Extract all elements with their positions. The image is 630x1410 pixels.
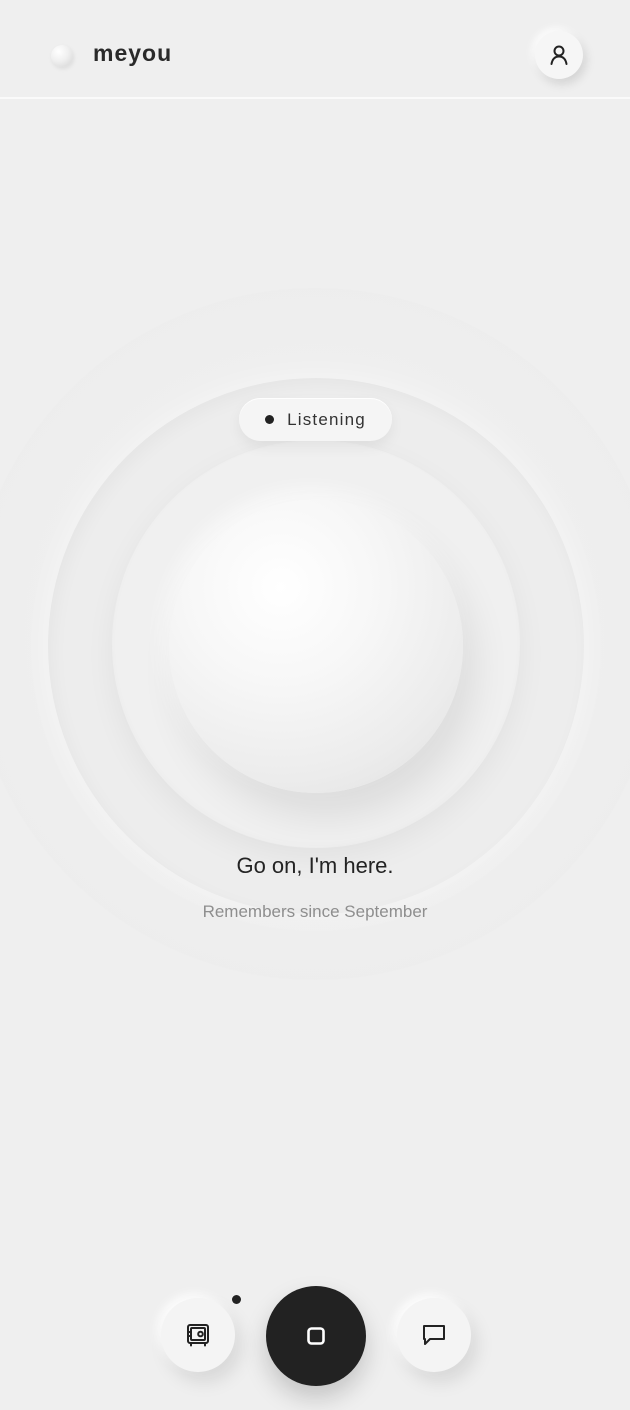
stop-icon: [307, 1327, 325, 1345]
profile-button[interactable]: [535, 31, 583, 79]
notification-dot: [232, 1295, 241, 1304]
chat-bubble-icon: [423, 1325, 445, 1345]
listening-status-badge: Listening: [239, 398, 392, 441]
app-title: meyou: [93, 40, 173, 66]
logo-orb-icon: [51, 45, 73, 67]
vault-icon: [187, 1324, 209, 1347]
memory-note: Remembers since September: [202, 902, 428, 921]
header: meyou: [0, 0, 630, 99]
voice-orb[interactable]: [169, 499, 463, 793]
user-icon: [550, 45, 568, 65]
assistant-prompt: Go on, I'm here.: [236, 853, 394, 878]
status-label: Listening: [287, 409, 366, 429]
chat-button[interactable]: [397, 1298, 471, 1372]
vault-button[interactable]: [161, 1298, 235, 1372]
status-dot-icon: [265, 415, 275, 424]
stop-button[interactable]: [266, 1286, 366, 1386]
